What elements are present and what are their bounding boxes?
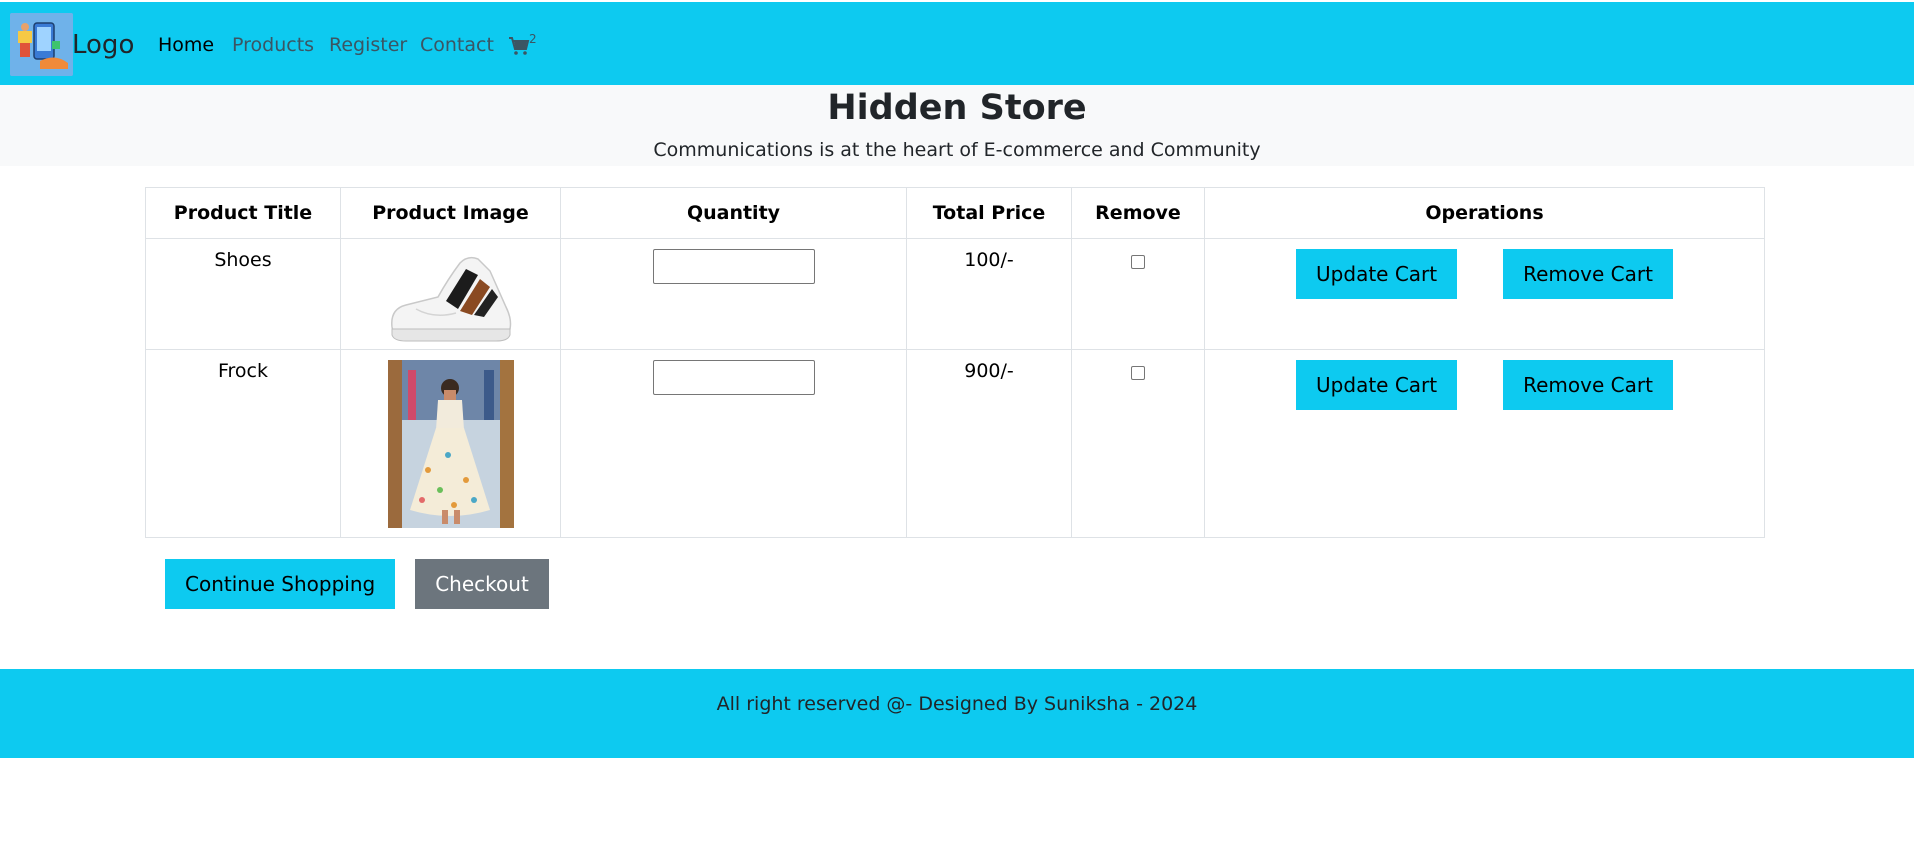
header-operations: Operations (1204, 187, 1765, 239)
remove-checkbox[interactable] (1131, 366, 1145, 380)
quantity-cell (560, 349, 907, 538)
remove-cart-button[interactable]: Remove Cart (1503, 249, 1673, 299)
nav-link-products[interactable]: Products (232, 34, 314, 56)
operations-cell: Update Cart Remove Cart (1204, 349, 1765, 538)
remove-cell (1071, 349, 1205, 538)
quantity-input[interactable] (652, 249, 815, 284)
cart-count-badge: 2 (529, 32, 537, 46)
continue-shopping-button[interactable]: Continue Shopping (165, 559, 396, 609)
header-total-price: Total Price (906, 187, 1072, 239)
shoe-image (386, 249, 516, 344)
footer-text: All right reserved @- Designed By Suniks… (716, 693, 1198, 715)
header-product-title: Product Title (145, 187, 341, 239)
remove-cart-button[interactable]: Remove Cart (1503, 360, 1673, 410)
product-image-cell (340, 349, 561, 538)
table-row: Frock 900/- Update Cart Remove Cart (145, 349, 1765, 538)
nav-link-contact[interactable]: Contact (420, 34, 494, 56)
hero-section: Hidden Store Communications is at the he… (0, 85, 1914, 166)
quantity-cell (560, 238, 907, 350)
product-title: Frock (145, 349, 341, 538)
header-product-image: Product Image (340, 187, 561, 239)
table-header-row: Product Title Product Image Quantity Tot… (145, 187, 1765, 239)
total-price: 100/- (906, 238, 1072, 350)
cart-actions: Continue Shopping Checkout (165, 559, 549, 609)
page-subtitle: Communications is at the heart of E-comm… (653, 139, 1261, 161)
table-row: Shoes 100/- Update Cart Remove Cart (145, 238, 1765, 350)
remove-cell (1071, 238, 1205, 350)
frock-image (387, 360, 514, 528)
product-title: Shoes (145, 238, 341, 350)
header-remove: Remove (1071, 187, 1205, 239)
logo-image[interactable] (10, 13, 73, 76)
quantity-input[interactable] (652, 360, 815, 395)
nav-link-register[interactable]: Register (329, 34, 407, 56)
page-title: Hidden Store (827, 88, 1087, 128)
navbar: Logo Home Products Register Contact 2 (0, 2, 1914, 85)
logo-text[interactable]: Logo (72, 30, 134, 60)
operations-cell: Update Cart Remove Cart (1204, 238, 1765, 350)
cart-table: Product Title Product Image Quantity Tot… (145, 187, 1765, 538)
total-price: 900/- (906, 349, 1072, 538)
remove-checkbox[interactable] (1131, 255, 1145, 269)
product-image-cell (340, 238, 561, 350)
update-cart-button[interactable]: Update Cart (1296, 360, 1458, 410)
header-quantity: Quantity (560, 187, 907, 239)
checkout-button[interactable]: Checkout (415, 559, 549, 609)
footer: All right reserved @- Designed By Suniks… (0, 669, 1914, 758)
update-cart-button[interactable]: Update Cart (1296, 249, 1458, 299)
nav-link-home[interactable]: Home (158, 34, 214, 56)
